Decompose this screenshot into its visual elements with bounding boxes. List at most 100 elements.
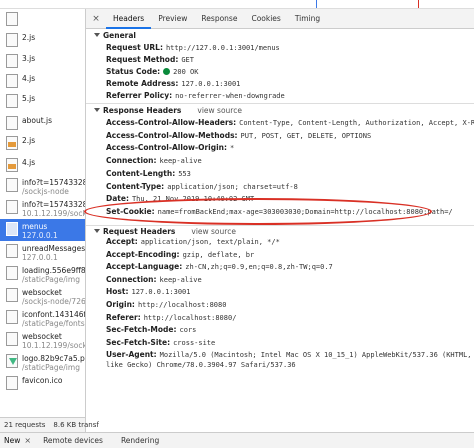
header-value: 127.0.0.1:3001 xyxy=(181,80,241,88)
tab-cookies[interactable]: Cookies xyxy=(244,9,287,29)
request-list-item[interactable]: websocket/sockjs-node/726/zi xyxy=(0,285,86,307)
request-list-item[interactable]: info?t=1574332820/sockjs-node xyxy=(0,175,85,196)
file-icon xyxy=(6,222,18,236)
file-icon xyxy=(6,266,18,280)
header-value: Content-Type, Content-Length, Authorizat… xyxy=(239,119,474,127)
request-name-block: favicon.ico xyxy=(22,373,85,385)
header-value: Mozilla/5.0 (Macintosh; Intel Mac OS X 1… xyxy=(106,351,472,370)
header-value: gzip, deflate, br xyxy=(182,250,255,259)
header-row-remote-address: Remote Address: 127.0.0.1:3001 xyxy=(106,79,474,89)
request-headers-section-header[interactable]: Request Headers view source xyxy=(86,226,474,237)
request-list-item[interactable]: menus 127.0.0.1 xyxy=(0,219,85,241)
header-value: PUT, POST, GET, DELETE, OPTIONS xyxy=(240,131,372,140)
request-path: /staticPage/fonts xyxy=(22,319,85,328)
header-row-content-length: Content-Length: 553 xyxy=(106,169,474,179)
request-name: loading.556e9ff8.gif xyxy=(22,266,86,275)
response-headers-section-header[interactable]: Response Headers view source xyxy=(86,105,474,116)
file-icon xyxy=(6,310,18,324)
request-list-item[interactable]: websocket10.1.12.199/sockjs- xyxy=(0,329,86,351)
header-key: Sec-Fetch-Mode: xyxy=(106,325,177,335)
request-list-item[interactable] xyxy=(0,9,85,29)
request-path: 10.1.12.199/sockjs- xyxy=(22,209,86,218)
header-key: Connection: xyxy=(106,156,157,166)
header-value: 553 xyxy=(178,169,191,178)
request-list-item[interactable]: 4.js xyxy=(0,155,85,175)
view-source-link[interactable]: view source xyxy=(191,227,236,236)
request-name: logo.82b9c7a5.png xyxy=(22,354,85,363)
request-list-item[interactable]: favicon.ico xyxy=(0,373,85,393)
header-key: Content-Type: xyxy=(106,181,165,191)
request-list-item[interactable]: unreadMessages?rep127.0.0.1 xyxy=(0,241,85,263)
file-icon xyxy=(6,178,18,192)
request-summary: 21 requests 8.6 KB transf xyxy=(0,417,99,432)
detail-tabs: × Headers Preview Response Cookies Timing xyxy=(86,9,474,29)
request-list-item[interactable]: 5.js xyxy=(0,91,85,111)
file-icon xyxy=(6,332,18,346)
file-icon xyxy=(6,74,18,88)
request-name-block: info?t=1574332820/sockjs-node xyxy=(22,175,85,196)
request-name-block: websocket10.1.12.199/sockjs- xyxy=(22,329,86,350)
tab-preview[interactable]: Preview xyxy=(151,9,194,29)
tab-timing[interactable]: Timing xyxy=(288,9,327,29)
header-row-host: Host: 127.0.0.1:3001 xyxy=(106,287,474,297)
tab-response[interactable]: Response xyxy=(194,9,244,29)
header-key: Connection: xyxy=(106,274,157,284)
tab-headers[interactable]: Headers xyxy=(106,9,152,29)
general-section-header[interactable]: General xyxy=(86,30,474,41)
header-key: Content-Length: xyxy=(106,168,176,178)
header-row-sec-fetch-mode: Sec-Fetch-Mode: cors xyxy=(106,325,474,335)
header-row-sec-fetch-site: Sec-Fetch-Site: cross-site xyxy=(106,338,474,348)
header-key: Referer: xyxy=(106,312,141,322)
drawer-tab-remote-devices[interactable]: Remote devices xyxy=(39,436,107,445)
request-path: 127.0.0.1 xyxy=(22,253,58,262)
header-key: Access-Control-Allow-Origin: xyxy=(106,143,228,153)
request-name-block: info?t=157433282010.1.12.199/sockjs- xyxy=(22,197,86,218)
collapse-triangle-icon xyxy=(94,229,100,233)
request-name: info?t=1574332820 xyxy=(22,200,85,209)
status-ok-dot-icon xyxy=(163,68,171,75)
header-value: 127.0.0.1:3001 xyxy=(131,288,191,297)
header-row-user-agent: User-Agent: Mozilla/5.0 (Macintosh; Intel… xyxy=(106,350,474,370)
request-name: 5.js xyxy=(22,94,36,103)
header-value: keep-alive xyxy=(159,275,202,284)
request-name-block: menus 127.0.0.1 xyxy=(22,219,85,240)
header-key: Origin: xyxy=(106,300,135,309)
file-icon xyxy=(6,244,18,258)
request-list-item[interactable]: 2.js xyxy=(0,133,85,153)
request-path: /sockjs-node xyxy=(22,187,69,196)
view-source-link[interactable]: view source xyxy=(197,106,242,115)
request-headers-title: Request Headers xyxy=(103,227,176,236)
request-name-block: 2.js xyxy=(22,30,85,42)
header-key: Request URL: xyxy=(106,43,163,52)
timeline-marker-red xyxy=(418,0,419,8)
request-path: 10.1.12.199/sockjs- xyxy=(22,341,86,350)
request-path: /sockjs-node/726/zi xyxy=(22,297,86,306)
request-list-item[interactable]: logo.82b9c7a5.png/staticPage/img xyxy=(0,351,85,373)
request-list[interactable]: 2.js 3.js 4.js 5.js about.js 2.js 4.js info?t=1… xyxy=(0,9,86,417)
request-count: 21 requests xyxy=(4,421,46,429)
drawer-tab-new[interactable]: New xyxy=(0,436,24,445)
drawer-tab-rendering[interactable]: Rendering xyxy=(117,436,163,445)
request-name: 2.js xyxy=(22,136,36,145)
header-value: * xyxy=(230,144,235,153)
request-name: 2.js xyxy=(22,33,36,42)
request-list-item[interactable]: info?t=157433282010.1.12.199/sockjs- xyxy=(0,197,86,218)
close-icon[interactable]: × xyxy=(24,436,31,445)
close-icon[interactable]: × xyxy=(86,14,106,24)
request-path: /staticPage/img xyxy=(22,363,80,372)
request-name-block: 4.js xyxy=(22,71,85,83)
request-list-item[interactable]: iconfont.143146fa.w/staticPage/fonts xyxy=(0,307,85,329)
response-headers-title: Response Headers xyxy=(103,106,182,115)
request-name: 4.js xyxy=(22,74,36,83)
request-name: 3.js xyxy=(22,54,36,63)
header-value: keep-alive xyxy=(159,157,202,166)
header-row-request-url: Request URL: http://127.0.0.1:3001/menus xyxy=(106,43,474,53)
request-list-item[interactable]: loading.556e9ff8.gif/staticPage/img xyxy=(0,263,86,285)
headers-panel: General Request URL: http://127.0.0.1:300… xyxy=(86,29,474,432)
request-name: about.js xyxy=(22,116,53,125)
request-list-item[interactable]: 3.js xyxy=(0,51,85,71)
request-list-item[interactable]: 4.js xyxy=(0,71,85,91)
header-key: Host: xyxy=(106,287,129,297)
request-list-item[interactable]: about.js xyxy=(0,113,85,133)
request-list-item[interactable]: 2.js xyxy=(0,30,85,50)
